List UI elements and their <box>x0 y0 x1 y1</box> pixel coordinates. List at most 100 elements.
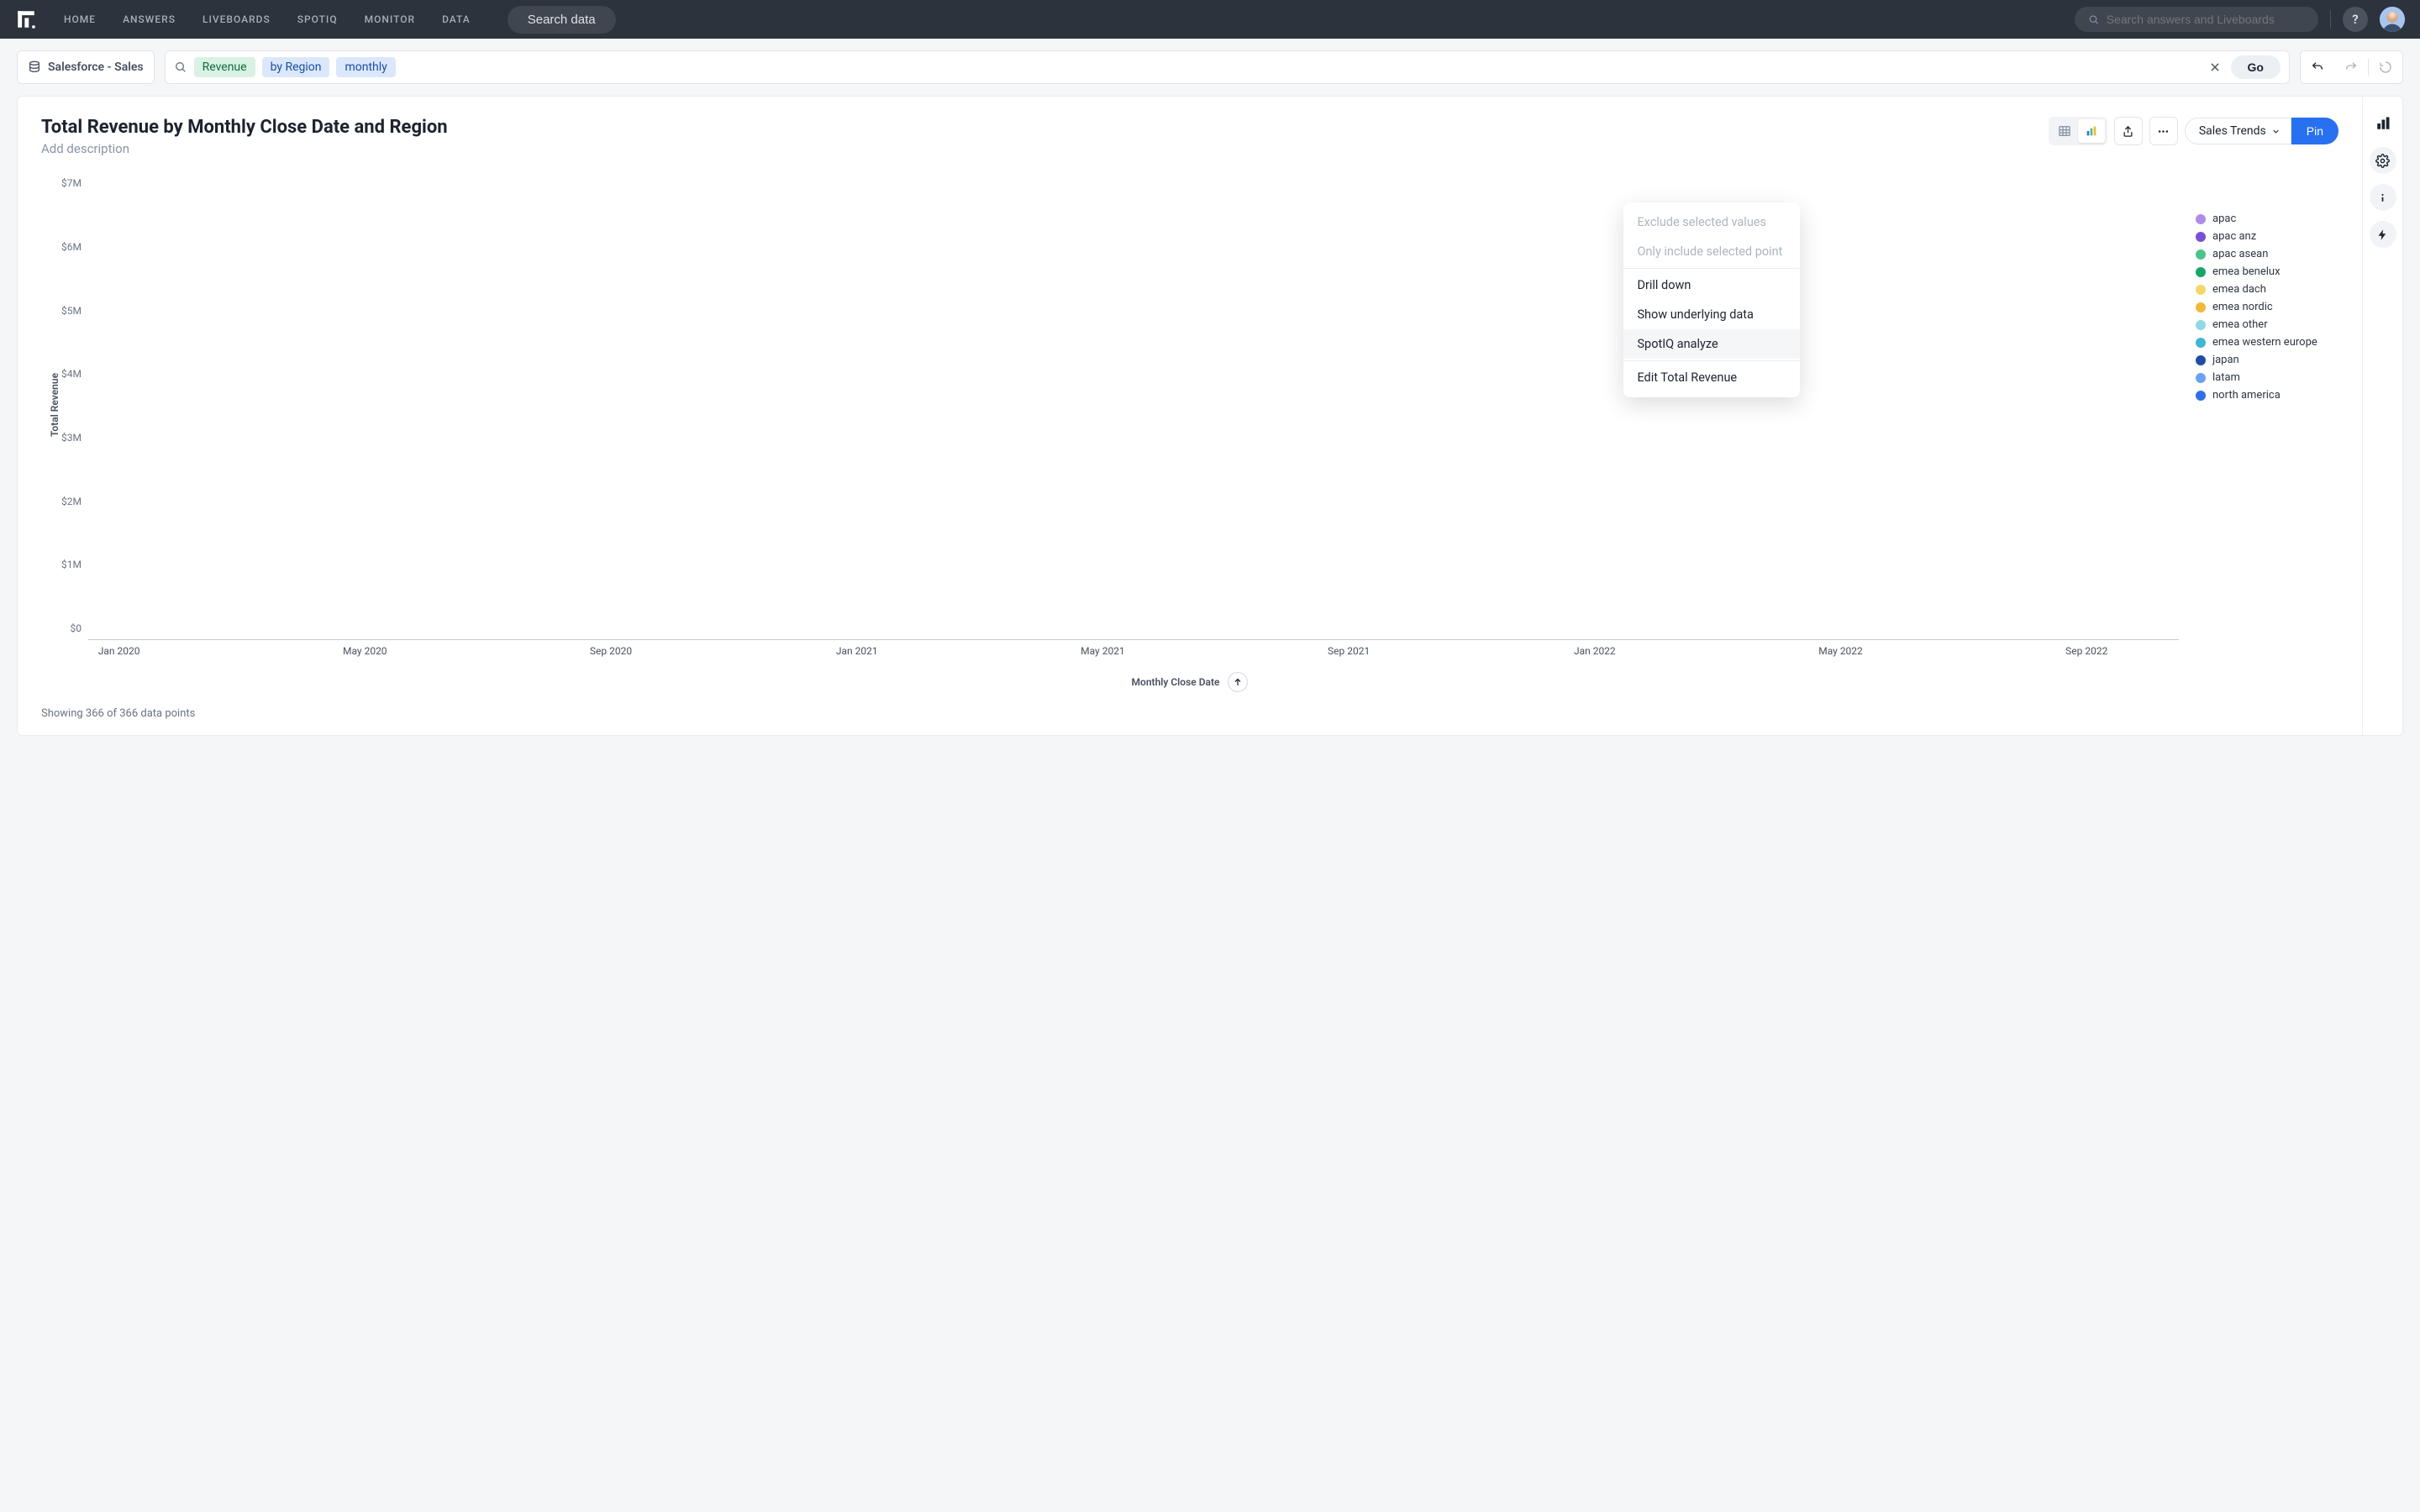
query-bar[interactable]: Revenue by Region monthly Go <box>165 50 2290 84</box>
legend-item[interactable]: latam <box>2196 369 2332 386</box>
arrow-up-icon <box>1233 677 1243 687</box>
y-tick: $6M <box>61 241 82 253</box>
legend-item[interactable]: emea other <box>2196 316 2332 333</box>
chart-icon <box>2085 124 2098 138</box>
context-menu-item[interactable]: Edit Total Revenue <box>1623 363 1800 392</box>
legend-item[interactable]: emea dach <box>2196 281 2332 298</box>
chart-legend: apac apac anz apac aseanemea beneluxemea d… <box>2179 170 2338 640</box>
top-nav: HOME ANSWERS LIVEBOARDS SPOTIQ MONITOR D… <box>0 0 2420 39</box>
nav-answers[interactable]: ANSWERS <box>123 13 176 25</box>
legend-swatch <box>2196 267 2206 277</box>
legend-item[interactable]: emea nordic <box>2196 298 2332 316</box>
chart-view-button[interactable] <box>2078 119 2105 143</box>
legend-item[interactable]: japan <box>2196 351 2332 369</box>
legend-swatch <box>2196 338 2206 348</box>
x-tick: Jan 2022 <box>1574 645 1616 657</box>
x-tick: Jan 2020 <box>98 645 140 657</box>
card-actions: Sales Trends Pin <box>2049 117 2338 145</box>
nav-monitor[interactable]: MONITOR <box>365 13 415 25</box>
legend-item[interactable]: emea benelux <box>2196 263 2332 281</box>
legend-swatch <box>2196 285 2206 295</box>
x-tick: Sep 2021 <box>1328 645 1370 657</box>
legend-swatch <box>2196 355 2206 365</box>
y-tick: $2M <box>61 496 82 507</box>
answer-description[interactable]: Add description <box>41 141 2035 156</box>
chart-plot-area[interactable]: Exclude selected valuesOnly include sele… <box>88 170 2179 640</box>
nav-home[interactable]: HOME <box>64 13 96 25</box>
answer-title[interactable]: Total Revenue by Monthly Close Date and … <box>41 117 2035 138</box>
legend-swatch <box>2196 214 2206 224</box>
share-button[interactable] <box>2114 117 2143 145</box>
redo-button[interactable] <box>2334 51 2368 83</box>
search-icon <box>174 60 187 74</box>
x-tick: May 2022 <box>1818 645 1863 657</box>
y-tick: $1M <box>61 559 82 570</box>
x-tick: Sep 2022 <box>2065 645 2107 657</box>
x-tick: Jan 2021 <box>836 645 878 657</box>
share-icon <box>2122 125 2134 138</box>
legend-label: north america <box>2212 389 2281 402</box>
global-search-input[interactable] <box>2107 13 2305 26</box>
search-data-button[interactable]: Search data <box>508 6 616 34</box>
legend-item[interactable]: north america <box>2196 386 2332 404</box>
legend-item[interactable]: apac anz <box>2196 228 2332 245</box>
go-button[interactable]: Go <box>2231 55 2281 79</box>
chart: Total Revenue $0$1M$2M$3M$4M$5M$6M$7M Ex… <box>41 170 2338 640</box>
legend-item[interactable]: emea western europe <box>2196 333 2332 351</box>
legend-swatch <box>2196 391 2206 401</box>
context-menu-item: Exclude selected values <box>1623 207 1800 237</box>
legend-label: latam <box>2212 371 2240 384</box>
legend-label: apac anz <box>2212 230 2256 243</box>
help-button[interactable]: ? <box>2343 7 2368 32</box>
legend-swatch <box>2196 302 2206 312</box>
datasource-selector[interactable]: Salesforce - Sales <box>17 50 155 84</box>
x-axis-label: Monthly Close Date <box>1132 676 1220 688</box>
clear-query-button[interactable] <box>2206 58 2224 76</box>
chart-config-button[interactable] <box>2370 110 2396 137</box>
nav-liveboards[interactable]: LIVEBOARDS <box>203 13 271 25</box>
pin-button[interactable]: Pin <box>2291 118 2338 144</box>
legend-label: emea western europe <box>2212 336 2317 349</box>
x-tick: May 2021 <box>1081 645 1125 657</box>
info-button[interactable] <box>2370 184 2396 211</box>
answer-card: Total Revenue by Monthly Close Date and … <box>17 96 2403 736</box>
spotiq-button[interactable] <box>2370 221 2396 248</box>
query-token-measure[interactable]: Revenue <box>194 57 255 77</box>
close-icon <box>2209 61 2221 73</box>
x-tick: Sep 2020 <box>590 645 632 657</box>
database-icon <box>28 60 41 74</box>
sort-button[interactable] <box>1228 672 1248 692</box>
legend-swatch <box>2196 320 2206 330</box>
settings-button[interactable] <box>2370 147 2396 174</box>
y-tick: $3M <box>61 432 82 444</box>
context-menu: Exclude selected valuesOnly include sele… <box>1623 202 1800 397</box>
legend-item[interactable]: apac <box>2196 210 2332 228</box>
query-token-attribute[interactable]: by Region <box>262 57 330 77</box>
query-token-keyword[interactable]: monthly <box>336 57 395 77</box>
chevron-down-icon <box>2271 127 2281 136</box>
legend-item[interactable]: apac asean <box>2196 245 2332 263</box>
more-actions-button[interactable] <box>2149 117 2178 145</box>
app-logo[interactable] <box>15 8 37 30</box>
nav-data[interactable]: DATA <box>442 13 471 25</box>
legend-swatch <box>2196 232 2206 242</box>
context-menu-item: Only include selected point <box>1623 237 1800 266</box>
legend-label: apac <box>2212 213 2236 225</box>
context-menu-item[interactable]: Drill down <box>1623 270 1800 300</box>
context-menu-item[interactable]: Show underlying data <box>1623 300 1800 329</box>
user-avatar[interactable] <box>2380 7 2405 32</box>
context-menu-item[interactable]: SpotIQ analyze <box>1623 329 1800 359</box>
data-points-count: Showing 366 of 366 data points <box>41 707 2338 720</box>
nav-spotiq[interactable]: SPOTIQ <box>297 13 338 25</box>
y-tick: $0 <box>71 622 82 634</box>
legend-label: emea other <box>2212 318 2268 331</box>
reset-button[interactable] <box>2369 51 2402 83</box>
liveboard-selector[interactable]: Sales Trends <box>2185 118 2291 144</box>
dots-icon <box>2157 125 2170 138</box>
x-axis: Jan 2020May 2020Sep 2020Jan 2021May 2021… <box>88 640 2338 659</box>
table-view-button[interactable] <box>2051 119 2078 143</box>
redo-icon <box>2344 60 2358 74</box>
global-search[interactable] <box>2075 7 2318 32</box>
undo-button[interactable] <box>2301 51 2334 83</box>
y-axis: Total Revenue $0$1M$2M$3M$4M$5M$6M$7M <box>41 170 88 640</box>
